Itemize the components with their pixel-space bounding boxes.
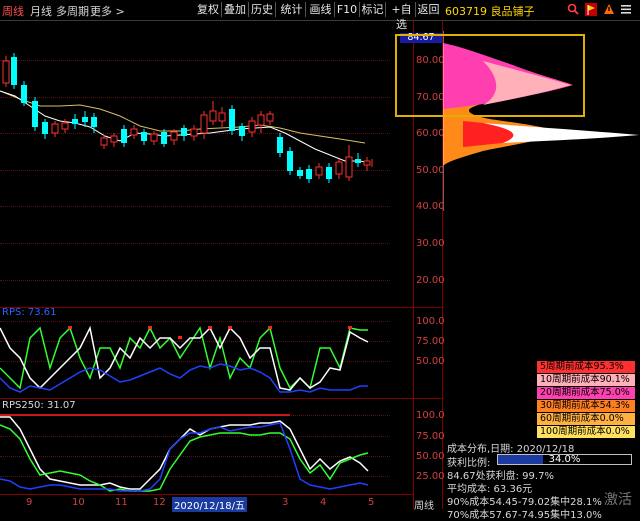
price-axis-label: 60.00 bbox=[416, 128, 445, 139]
tab-weekly[interactable]: 周线 bbox=[2, 3, 24, 19]
price-axis-label: 40.00 bbox=[416, 201, 445, 212]
add-watchlist-button[interactable]: +自选 bbox=[388, 2, 416, 31]
top-toolbar: 周线 月线 多周期 更多 > 复权 叠加 历史 统计 画线 F10 标记 +自选… bbox=[0, 0, 640, 31]
cost-dist-date: 成本分布,日期: 2020/12/18 bbox=[447, 444, 575, 455]
profit-ratio-value: 34.0% bbox=[548, 454, 581, 465]
flag-icon[interactable] bbox=[585, 3, 597, 16]
indicator2-axis: 100.0 bbox=[416, 410, 445, 421]
tab-multi-period[interactable]: 多周期 bbox=[56, 3, 89, 19]
indicator1-axis: 75.00 bbox=[416, 336, 445, 347]
f10-button[interactable]: F10 bbox=[335, 2, 360, 17]
search-icon[interactable] bbox=[567, 3, 579, 16]
selection-box[interactable] bbox=[395, 34, 585, 117]
rps-indicator-chart bbox=[0, 325, 369, 393]
rps-white-line bbox=[0, 325, 369, 391]
stock-title: 603719 良品铺子 bbox=[445, 5, 535, 18]
cost-70-range: 70%成本57.67-74.95集中13.0% bbox=[447, 510, 602, 521]
cost-legend-60[interactable]: 60周期前成本0.0% bbox=[537, 413, 635, 425]
candlestick-chart bbox=[0, 53, 373, 183]
date-label: 4 bbox=[320, 497, 327, 508]
rps-green-line bbox=[0, 326, 368, 390]
date-label: 12 bbox=[153, 497, 166, 508]
draw-line-button[interactable]: 画线 bbox=[307, 2, 335, 17]
mark-button[interactable]: 标记 bbox=[360, 2, 386, 17]
indicator2-axis: 50.00 bbox=[416, 451, 445, 462]
cost-legend-100[interactable]: 100周期前成本0.0% bbox=[537, 426, 635, 438]
date-label: 3 bbox=[282, 497, 289, 508]
tab-monthly[interactable]: 月线 bbox=[30, 3, 52, 19]
alert-icon[interactable] bbox=[603, 3, 615, 16]
indicator1-axis: 100.0 bbox=[416, 316, 445, 327]
price-axis-label: 20.00 bbox=[416, 275, 445, 286]
indicator1-axis: 50.00 bbox=[416, 356, 445, 367]
menu-icon[interactable] bbox=[620, 3, 632, 16]
rps250-white-line bbox=[0, 416, 369, 490]
rps-red-markers bbox=[68, 326, 352, 339]
price-axis-label: 50.00 bbox=[416, 165, 445, 176]
overlay-button[interactable]: 叠加 bbox=[222, 2, 249, 17]
rps250-indicator-chart bbox=[0, 414, 369, 492]
date-label: 11 bbox=[115, 497, 128, 508]
date-cursor-label: 2020/12/18/五 bbox=[172, 497, 248, 512]
indicator2-axis: 25.00 bbox=[416, 471, 445, 482]
history-button[interactable]: 历史 bbox=[249, 2, 276, 17]
period-label: 周线 bbox=[414, 501, 434, 512]
cost-legend-10[interactable]: 10周期前成本90.1% bbox=[537, 374, 635, 386]
date-label: 10 bbox=[72, 497, 85, 508]
watermark: 激活 bbox=[604, 492, 632, 508]
stats-button[interactable]: 统计 bbox=[278, 2, 306, 17]
cost-legend-30[interactable]: 30周期前成本54.3% bbox=[537, 400, 635, 412]
cost-legend-5[interactable]: 5周期前成本95.3% bbox=[537, 361, 635, 373]
date-axis-line bbox=[0, 494, 413, 495]
tab-more[interactable]: 更多 > bbox=[90, 3, 125, 19]
candles bbox=[2, 53, 373, 183]
indicator2-axis: 75.00 bbox=[416, 431, 445, 442]
adjust-button[interactable]: 复权 bbox=[195, 2, 222, 17]
cost-legend-20[interactable]: 20周期前成本75.0% bbox=[537, 387, 635, 399]
back-button[interactable]: 返回 bbox=[416, 2, 441, 17]
date-label: 9 bbox=[26, 497, 33, 508]
price-axis-label: 30.00 bbox=[416, 238, 445, 249]
date-label: 5 bbox=[368, 497, 375, 508]
profit-ratio-bar: 34.0% bbox=[497, 454, 632, 465]
